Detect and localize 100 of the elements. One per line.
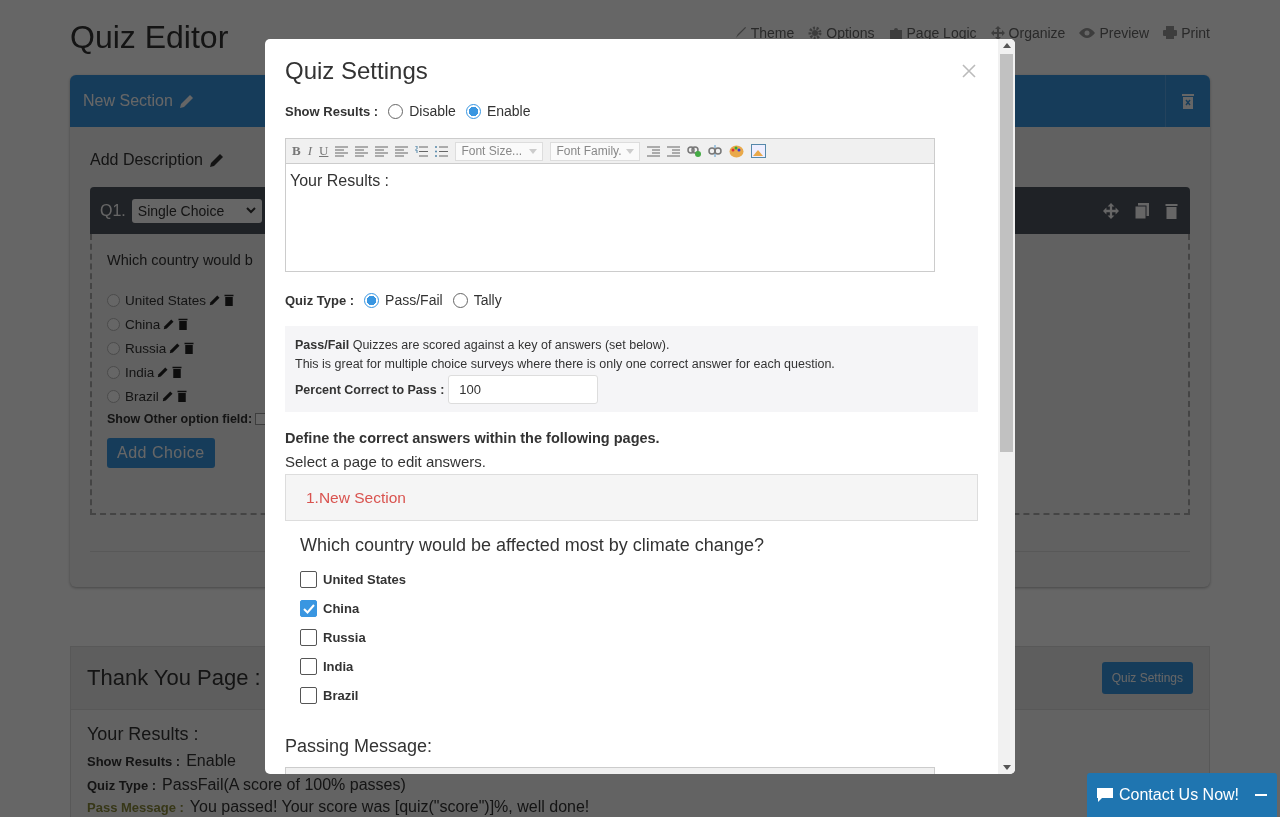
- link-icon[interactable]: [687, 145, 702, 157]
- align-icon[interactable]: [335, 145, 349, 157]
- trash-icon[interactable]: [172, 366, 183, 378]
- radio-button[interactable]: [107, 389, 120, 403]
- results-title: Your Results :: [87, 724, 199, 745]
- nav-link[interactable]: Print: [1163, 24, 1210, 41]
- close-icon[interactable]: [962, 64, 976, 78]
- image-icon[interactable]: [751, 144, 767, 158]
- summary-label: Show Results :: [87, 754, 181, 769]
- page-tab[interactable]: 1.New Section: [285, 474, 978, 521]
- add-choice-button[interactable]: Add Choice: [107, 438, 215, 468]
- radio-button[interactable]: [107, 317, 120, 331]
- thank-you-title: Thank You Page :: [87, 665, 261, 691]
- nav-link[interactable]: Theme: [733, 24, 795, 41]
- answer-checkbox[interactable]: [300, 571, 317, 588]
- gear-icon[interactable]: [808, 25, 823, 40]
- answers-heading: Define the correct answers within the following pages.: [285, 430, 661, 446]
- summary-label: Quiz Type :: [87, 778, 157, 793]
- nav-link[interactable]: Options: [808, 24, 875, 41]
- bullet-list-icon[interactable]: [435, 145, 449, 157]
- section-title[interactable]: New Section: [83, 92, 173, 110]
- radio-button[interactable]: [364, 292, 380, 308]
- format-button[interactable]: I: [307, 143, 312, 159]
- eye-icon[interactable]: [1079, 26, 1096, 39]
- pencil-icon[interactable]: [209, 294, 222, 306]
- align-icon[interactable]: [355, 145, 369, 157]
- caret-icon[interactable]: [245, 207, 256, 214]
- trash-icon[interactable]: [184, 342, 195, 354]
- answer-checkbox[interactable]: [300, 687, 317, 704]
- nav-link[interactable]: Preview: [1079, 24, 1150, 41]
- indent-icon[interactable]: [647, 145, 661, 157]
- format-button[interactable]: U: [319, 143, 329, 159]
- numbered-list-icon[interactable]: [415, 145, 429, 157]
- pencil-icon[interactable]: [208, 152, 225, 168]
- trash-icon[interactable]: [224, 294, 235, 306]
- contact-us-button[interactable]: Contact Us Now!: [1087, 773, 1277, 817]
- pencil-icon[interactable]: [157, 366, 170, 378]
- answer-checkbox[interactable]: [300, 600, 317, 617]
- radio-button[interactable]: [107, 293, 120, 307]
- choice-label: China: [125, 316, 161, 332]
- trash-icon[interactable]: [1182, 93, 1194, 109]
- page-title: Quiz Editor: [70, 19, 230, 56]
- question-number: Q1.: [100, 201, 126, 220]
- radio-button[interactable]: [107, 365, 120, 379]
- radio-label: Disable: [409, 103, 456, 119]
- question-type-select[interactable]: Single Choice: [131, 198, 262, 223]
- answer-label: Russia: [323, 630, 366, 645]
- answer-label: India: [323, 659, 354, 674]
- percent-label: Percent Correct to Pass :: [295, 382, 445, 397]
- show-results-label: Show Results :: [285, 103, 379, 119]
- choice-label: Russia: [125, 340, 167, 356]
- quiz-settings-button[interactable]: Quiz Settings: [1101, 662, 1193, 694]
- contact-label: Contact Us Now!: [1119, 786, 1240, 804]
- pencil-icon[interactable]: [161, 390, 174, 402]
- radio-button[interactable]: [107, 341, 120, 355]
- trash-icon[interactable]: [1165, 202, 1178, 219]
- radio-label: Pass/Fail: [385, 292, 443, 308]
- move-icon[interactable]: [990, 25, 1005, 40]
- pencil-icon[interactable]: [178, 93, 195, 109]
- rich-text-editor[interactable]: B I U Font Size... Font Family. Your Results :: [285, 138, 935, 272]
- quiz-type-label: Quiz Type :: [285, 292, 355, 308]
- unlink-icon[interactable]: [708, 145, 723, 157]
- scroll-up-icon[interactable]: [1002, 43, 1011, 48]
- copy-icon[interactable]: [1135, 202, 1149, 219]
- question-text: Which country would be affected most by climate change?: [299, 535, 765, 556]
- answer-checkbox[interactable]: [300, 629, 317, 646]
- scroll-down-icon[interactable]: [1002, 765, 1011, 770]
- answer-label: United States: [323, 572, 407, 587]
- pencil-icon[interactable]: [163, 318, 176, 330]
- indent-icon[interactable]: [667, 145, 681, 157]
- align-icon[interactable]: [395, 145, 409, 157]
- font-size-select[interactable]: Font Size...: [455, 141, 544, 161]
- trash-icon[interactable]: [178, 318, 189, 330]
- trash-icon[interactable]: [176, 390, 187, 402]
- choice-label: India: [125, 364, 155, 380]
- summary-value: You passed! Your score was [quiz("score")]%, well done!: [189, 798, 590, 816]
- dialog-title: Quiz Settings: [285, 57, 428, 85]
- radio-label: Enable: [486, 103, 531, 119]
- answer-checkbox[interactable]: [300, 658, 317, 675]
- align-icon[interactable]: [375, 145, 389, 157]
- info-text: Pass/Fail Quizzes are scored against a key of answers (set below).: [295, 337, 671, 354]
- description-link[interactable]: Add Description: [90, 151, 203, 169]
- nav-link[interactable]: Page Logic: [888, 24, 977, 41]
- radio-label: Tally: [473, 292, 502, 308]
- nav-link[interactable]: Organize: [990, 24, 1066, 41]
- summary-label: Pass Message :: [87, 800, 184, 815]
- font-family-select[interactable]: Font Family.: [550, 141, 641, 161]
- palette-icon[interactable]: [729, 144, 745, 158]
- radio-button[interactable]: [465, 103, 481, 119]
- answer-label: Brazil: [323, 688, 359, 703]
- format-button[interactable]: B: [292, 143, 301, 159]
- answer-label: China: [323, 601, 360, 616]
- scrollbar[interactable]: [998, 39, 1015, 774]
- passing-message-label: Passing Message:: [285, 736, 434, 757]
- percent-input[interactable]: 100: [448, 375, 599, 404]
- question-text: Which country would b: [107, 252, 254, 268]
- pencil-icon[interactable]: [169, 342, 182, 354]
- choice-label: United States: [125, 292, 207, 308]
- chat-icon: [1097, 788, 1113, 802]
- info-text: This is great for multiple choice surveys where there is only one correct answer for each question.: [295, 356, 836, 373]
